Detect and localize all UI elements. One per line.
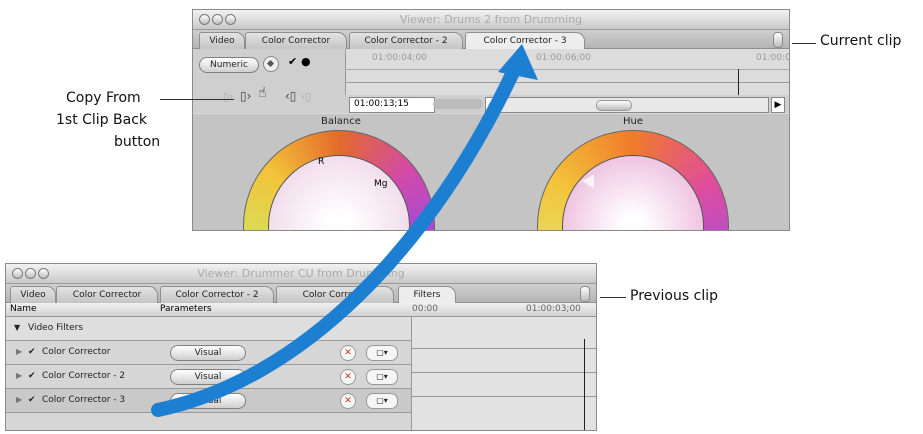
copy-arrow-body — [151, 61, 522, 417]
copy-arrow-overlay — [151, 44, 538, 417]
copy-arrow-head — [498, 44, 538, 80]
